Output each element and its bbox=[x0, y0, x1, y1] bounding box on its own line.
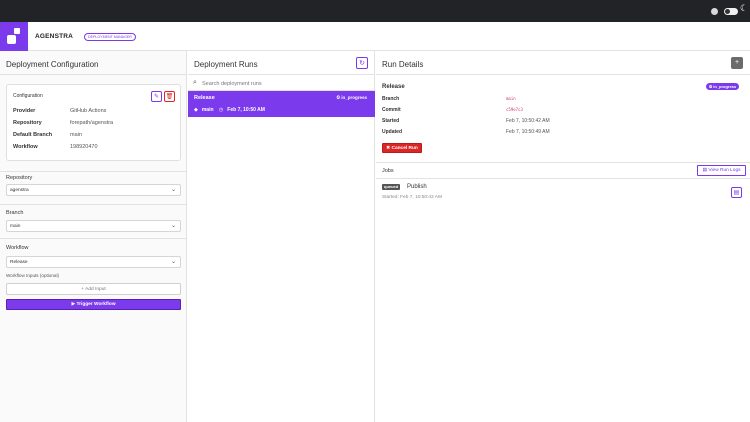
config-key: Repository bbox=[13, 120, 42, 126]
search-bar: ⌕ bbox=[188, 76, 375, 91]
top-bar: ☾ bbox=[0, 0, 750, 22]
cancel-run-button[interactable]: ✖ Cancel Run bbox=[382, 143, 422, 153]
config-key: Default Branch bbox=[13, 132, 53, 138]
panel-title: Deployment Configuration bbox=[6, 60, 99, 69]
chevron-down-icon: ⌄ bbox=[170, 259, 176, 265]
job-status-badge: queued bbox=[382, 184, 401, 190]
run-branch: main bbox=[201, 107, 214, 113]
divider bbox=[0, 238, 187, 239]
detail-key: Branch bbox=[382, 96, 400, 102]
jobs-title: Jobs bbox=[382, 168, 394, 174]
branch-icon: ◆ bbox=[194, 107, 198, 113]
config-value: forepath/agenstra bbox=[70, 120, 114, 126]
search-input[interactable] bbox=[202, 78, 367, 89]
clock-icon: ◷ bbox=[218, 107, 224, 113]
jobs-header: Jobs ▤ View Run Logs bbox=[376, 162, 750, 179]
search-icon: ⌕ bbox=[193, 79, 197, 86]
detail-key: Started bbox=[382, 118, 400, 124]
moon-icon[interactable]: ☾ bbox=[740, 5, 748, 14]
chevron-down-icon: ⌄ bbox=[170, 223, 176, 229]
panel-header: Deployment Configuration bbox=[0, 51, 186, 75]
detail-value: Feb 7, 10:50:42 AM bbox=[506, 118, 550, 124]
configuration-card: Configuration ✎ 🗑 Provider GitHub Action… bbox=[6, 84, 181, 161]
trigger-workflow-button[interactable]: ▶ Trigger Workflow bbox=[6, 299, 181, 310]
refresh-button[interactable]: ↻ bbox=[356, 57, 368, 69]
repository-label: Repository bbox=[6, 175, 33, 181]
workflow-value: Release bbox=[10, 260, 28, 265]
workflow-label: Workflow bbox=[6, 245, 29, 251]
app-header: AGENSTRA DEPLOYMENT MANAGER bbox=[0, 22, 750, 51]
configuration-label: Configuration bbox=[13, 93, 43, 99]
job-started: Started: Feb 7, 10:50:42 AM bbox=[382, 195, 442, 200]
branch-label: Branch bbox=[6, 210, 24, 216]
deployment-configuration-panel: Deployment Configuration Configuration ✎… bbox=[0, 51, 187, 422]
repository-value: agenstra bbox=[10, 188, 29, 193]
job-name: Publish bbox=[407, 184, 427, 190]
status-dot-icon bbox=[711, 8, 718, 15]
delete-config-button[interactable]: 🗑 bbox=[164, 91, 175, 102]
config-value: GitHub Actions bbox=[70, 108, 107, 114]
branch-select[interactable]: main ⌄ bbox=[6, 220, 181, 232]
run-name: Release bbox=[194, 95, 215, 101]
panel-title: Run Details bbox=[382, 60, 424, 69]
detail-value: c59e7c3 bbox=[506, 107, 523, 112]
config-key: Workflow bbox=[13, 144, 38, 150]
deployment-runs-panel: Deployment Runs ↻ ⌕ Release ⏲ in_progres… bbox=[188, 51, 375, 422]
job-logs-icon[interactable]: ▤ bbox=[731, 187, 742, 198]
chevron-down-icon: ⌄ bbox=[170, 187, 176, 193]
run-details-name: Release bbox=[382, 84, 405, 90]
view-run-logs-button[interactable]: ▤ View Run Logs bbox=[697, 165, 746, 176]
detail-key: Updated bbox=[382, 129, 402, 135]
config-key: Provider bbox=[13, 108, 36, 114]
detail-key: Commit bbox=[382, 107, 401, 113]
divider bbox=[0, 204, 187, 205]
run-time: Feb 7, 10:50 AM bbox=[227, 107, 265, 113]
add-input-button[interactable]: + Add Input bbox=[6, 283, 181, 295]
add-button[interactable]: + bbox=[731, 57, 743, 69]
run-list-item[interactable]: Release ⏲ in_progress ◆ main ◷ Feb 7, 10:5… bbox=[188, 91, 375, 117]
edit-config-button[interactable]: ✎ bbox=[151, 91, 162, 102]
panel-header: Deployment Runs ↻ bbox=[188, 51, 374, 75]
logo[interactable] bbox=[0, 22, 28, 51]
config-value: main bbox=[70, 132, 82, 138]
workflow-select[interactable]: Release ⌄ bbox=[6, 256, 181, 268]
repository-select[interactable]: agenstra ⌄ bbox=[6, 184, 181, 196]
app-name: AGENSTRA bbox=[35, 33, 74, 40]
document-icon: ▤ bbox=[702, 168, 707, 173]
theme-toggle[interactable] bbox=[724, 8, 738, 15]
panel-header: Run Details + bbox=[376, 51, 750, 75]
status-badge: ⏲ in_progress bbox=[706, 83, 740, 90]
branch-value: main bbox=[10, 224, 21, 229]
run-meta: ◆ main ◷ Feb 7, 10:50 AM bbox=[194, 107, 269, 113]
workflow-inputs-label: Workflow Inputs (optional) bbox=[6, 273, 60, 278]
panel-title: Deployment Runs bbox=[194, 60, 258, 69]
config-value: 198920470 bbox=[70, 144, 98, 150]
divider bbox=[0, 171, 187, 172]
detail-value: main bbox=[506, 96, 516, 101]
view-run-logs-label: View Run Logs bbox=[708, 168, 741, 173]
app-badge: DEPLOYMENT MANAGER bbox=[84, 33, 136, 41]
run-details-panel: Run Details + Release ⏲ in_progress Bran… bbox=[376, 51, 750, 422]
detail-value: Feb 7, 10:50:49 AM bbox=[506, 129, 550, 135]
run-status: ⏲ in_progress bbox=[336, 95, 367, 100]
